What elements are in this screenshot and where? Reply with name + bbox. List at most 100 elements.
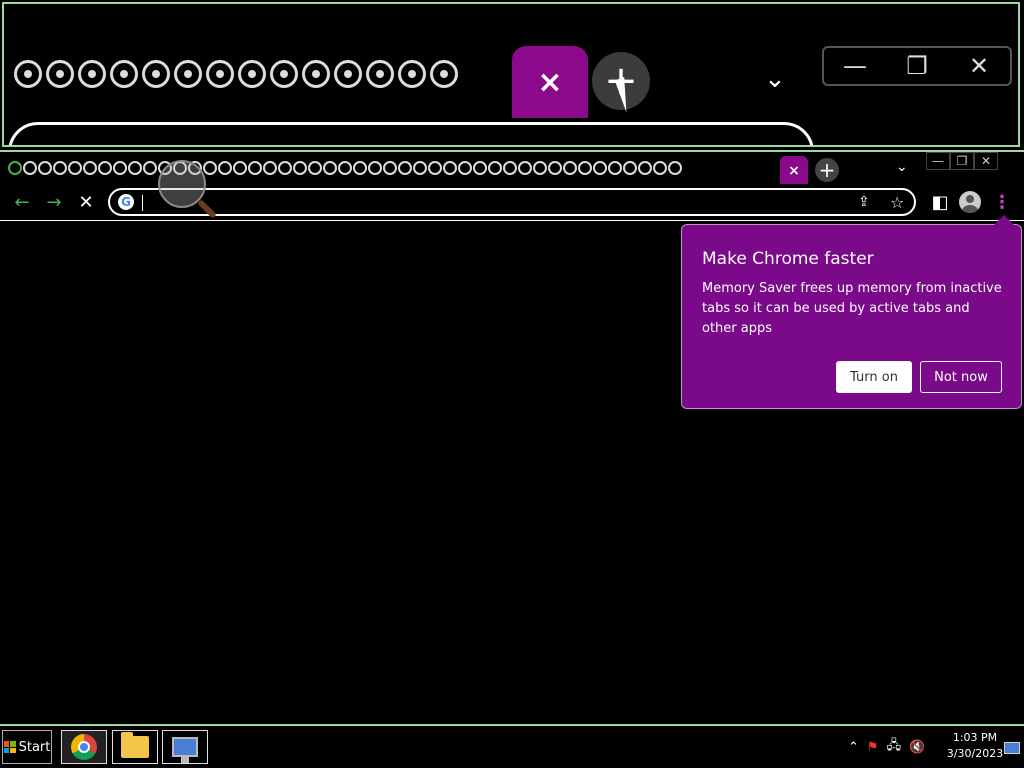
tab-favicon-icon[interactable] (248, 161, 262, 175)
clock-time: 1:03 PM (952, 731, 998, 744)
tab-favicon-icon[interactable] (23, 161, 37, 175)
new-tab-button[interactable]: + (815, 158, 839, 182)
tab-favicon-icon (206, 60, 234, 88)
tab-favicon-icon[interactable] (668, 161, 682, 175)
text-caret (142, 195, 143, 211)
tab-favicon-icon[interactable] (368, 161, 382, 175)
forward-button[interactable]: → (42, 190, 66, 214)
taskbar-explorer-button[interactable] (112, 730, 158, 764)
tab-strip: × + ⌄ — ❐ ✕ (0, 150, 1024, 186)
tab-favicon-icon (46, 60, 74, 88)
tab-favicon-icon[interactable] (293, 161, 307, 175)
magnified-minimize-icon: — (843, 52, 867, 80)
side-panel-button[interactable]: ◧ (928, 190, 952, 214)
tab-favicon-icon[interactable] (233, 161, 247, 175)
stop-button[interactable]: ✕ (74, 190, 98, 214)
action-center-flag-icon[interactable]: ⚑ (867, 740, 879, 755)
network-icon[interactable]: 🖧 (887, 736, 902, 758)
tab-favicon-icon[interactable] (518, 161, 532, 175)
tab-favicon-icon (430, 60, 458, 88)
tab-favicon-icon[interactable] (353, 161, 367, 175)
tab-favicon-icon[interactable] (578, 161, 592, 175)
tab-favicon-icon[interactable] (83, 161, 97, 175)
system-clock[interactable]: 1:03 PM 3/30/2023 (944, 730, 1006, 762)
tab-favicon-icon[interactable] (398, 161, 412, 175)
show-hidden-icons-icon[interactable]: ⌃ (848, 740, 859, 755)
monitor-icon (172, 737, 198, 763)
bookmark-star-icon[interactable]: ☆ (890, 193, 904, 212)
profile-button[interactable] (958, 190, 982, 214)
magnifier-view: × + ⌄ — ❐ ✕ (2, 2, 1020, 147)
address-input[interactable] (140, 192, 844, 214)
omnibox[interactable]: G ⇪ ☆ (108, 188, 916, 216)
tab-favicon-icon[interactable] (143, 161, 157, 175)
tab-favicon-icon[interactable] (338, 161, 352, 175)
window-controls: — ❐ ✕ (926, 152, 998, 170)
tab-favicon-icon[interactable] (323, 161, 337, 175)
tab-favicon-icon[interactable] (278, 161, 292, 175)
tab-favicon-icon (238, 60, 266, 88)
tab-favicon-icon[interactable] (263, 161, 277, 175)
tab-favicon-icon (366, 60, 394, 88)
volume-muted-icon[interactable]: 🔇 (909, 740, 925, 755)
tab-favicon-icon[interactable] (533, 161, 547, 175)
tab-search-button[interactable]: ⌄ (896, 159, 908, 175)
active-tab-close-button[interactable]: × (780, 156, 808, 186)
tab-favicon-icon[interactable] (593, 161, 607, 175)
tab-favicon-icon[interactable] (623, 161, 637, 175)
tab-favicon-icon (110, 60, 138, 88)
restore-button[interactable]: ❐ (950, 152, 974, 170)
tab-favicon-icon[interactable] (608, 161, 622, 175)
magnified-window-controls: — ❐ ✕ (822, 46, 1012, 86)
folder-icon (121, 732, 149, 758)
minimize-button[interactable]: — (926, 152, 950, 170)
tab-favicon-icon[interactable] (563, 161, 577, 175)
show-desktop-button[interactable] (1004, 742, 1020, 754)
tab-favicon-icon[interactable] (8, 161, 22, 175)
share-icon[interactable]: ⇪ (858, 194, 870, 210)
close-window-button[interactable]: ✕ (974, 152, 998, 170)
tab-favicon-icon[interactable] (218, 161, 232, 175)
tab-favicon-icon[interactable] (308, 161, 322, 175)
taskbar-chrome-button[interactable] (61, 730, 107, 764)
google-logo-icon: G (118, 194, 134, 210)
avatar-icon (959, 191, 981, 213)
taskbar-remote-desktop-button[interactable] (162, 730, 208, 764)
tab-favicon-icon[interactable] (428, 161, 442, 175)
tab-favicon-icon (270, 60, 298, 88)
magnified-close-icon: ✕ (968, 52, 990, 80)
tab-favicon-icon (14, 60, 42, 88)
tab-favicon-icon[interactable] (68, 161, 82, 175)
tab-favicon-icon (142, 60, 170, 88)
bubble-title: Make Chrome faster (702, 249, 874, 269)
tab-favicon-icon[interactable] (503, 161, 517, 175)
tab-favicon-icon (302, 60, 330, 88)
tab-favicon-icon (174, 60, 202, 88)
tab-favicon-icon[interactable] (203, 161, 217, 175)
tab-favicon-icon[interactable] (488, 161, 502, 175)
tab-favicon-icon (398, 60, 426, 88)
tab-favicon-icon[interactable] (53, 161, 67, 175)
tab-favicon-icon[interactable] (113, 161, 127, 175)
tab-favicon-icon[interactable] (653, 161, 667, 175)
start-label: Start (18, 739, 51, 755)
tab-favicon-icon[interactable] (473, 161, 487, 175)
turn-on-button[interactable]: Turn on (836, 361, 912, 393)
start-button[interactable]: Start (2, 730, 52, 764)
tab-favicon-icon[interactable] (128, 161, 142, 175)
tab-favicon-icon[interactable] (443, 161, 457, 175)
tab-favicon-icon[interactable] (38, 161, 52, 175)
tab-favicon-icon[interactable] (98, 161, 112, 175)
tab-favicon-icon (334, 60, 362, 88)
tab-favicon-icon[interactable] (548, 161, 562, 175)
memory-saver-bubble: Make Chrome faster Memory Saver frees up… (681, 215, 1022, 409)
tab-favicon-icon[interactable] (458, 161, 472, 175)
back-button[interactable]: ← (10, 190, 34, 214)
tab-favicon-icon[interactable] (638, 161, 652, 175)
chrome-menu-button[interactable]: ⋮ (990, 190, 1014, 214)
not-now-button[interactable]: Not now (920, 361, 1002, 393)
browser-toolbar: ← → ✕ G ⇪ ☆ ◧ ⋮ (0, 184, 1024, 221)
tab-favicon-icon[interactable] (383, 161, 397, 175)
tab-favicon-icon[interactable] (413, 161, 427, 175)
system-tray: ⌃ ⚑ 🖧 🔇 (848, 730, 925, 764)
